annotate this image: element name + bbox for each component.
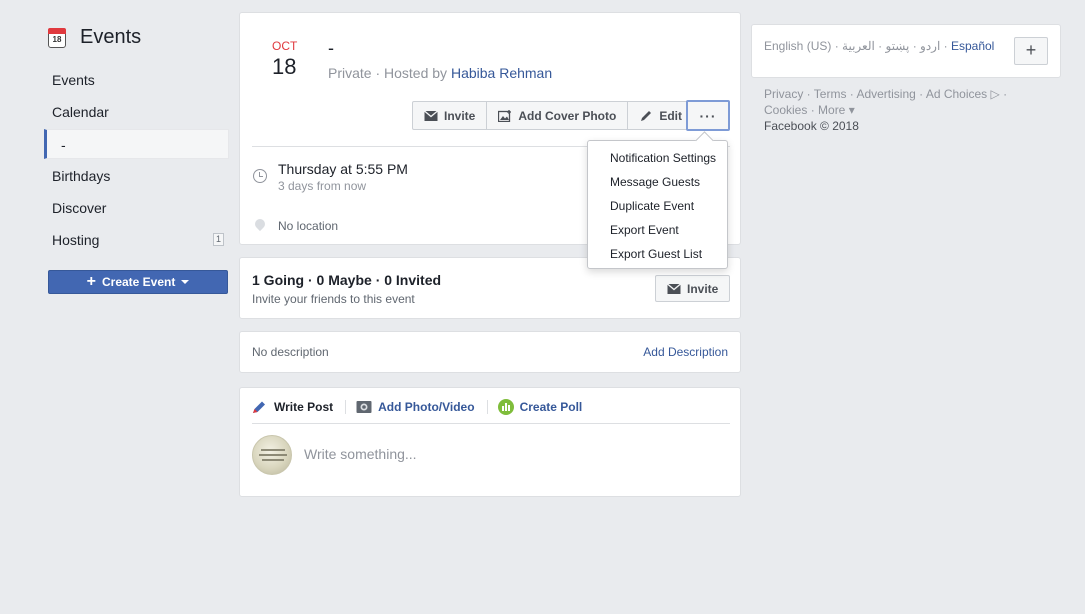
hosting-count-badge: 1	[212, 233, 224, 246]
post-input[interactable]: Write something...	[304, 446, 417, 462]
invite-friends-text: Invite your friends to this event	[252, 292, 415, 306]
footer-links: Privacy · Terms · Advertising · Ad Choic…	[764, 86, 1054, 134]
footer-line-2[interactable]: Cookies · More ▾	[764, 102, 1054, 118]
tab-create-poll[interactable]: Create Poll	[497, 399, 595, 415]
post-composer-card: Write Post Add Photo/Video Create Poll W…	[239, 387, 741, 497]
invite-friends-button[interactable]: Invite	[655, 275, 731, 302]
sidebar-item-current-event[interactable]: -	[44, 129, 229, 159]
sidebar-item-birthdays[interactable]: Birthdays	[44, 161, 229, 191]
event-privacy-host: Private · Hosted by Habiba Rehman	[328, 65, 552, 81]
event-time-relative: 3 days from now	[278, 179, 367, 193]
more-options-button[interactable]: ···	[686, 100, 730, 131]
events-header: 18 Events	[48, 26, 141, 49]
language-link-espanol[interactable]: Español	[951, 39, 994, 53]
menu-item-export-event[interactable]: Export Event	[588, 218, 727, 242]
event-time: Thursday at 5:55 PM	[278, 161, 408, 177]
add-cover-photo-button[interactable]: Add Cover Photo	[487, 102, 629, 129]
menu-item-export-guest-list[interactable]: Export Guest List	[588, 242, 727, 266]
event-location: No location	[278, 219, 339, 233]
edit-button[interactable]: Edit	[628, 102, 693, 129]
invite-button[interactable]: Invite	[413, 102, 488, 129]
location-pin-icon	[252, 216, 268, 232]
language-list: English (US) · اردو · پښتو · العربية · E…	[764, 39, 994, 53]
create-event-button[interactable]: + Create Event	[48, 270, 228, 294]
envelope-icon	[667, 283, 681, 294]
sidebar-item-calendar[interactable]: Calendar	[44, 97, 229, 127]
poll-icon	[497, 399, 514, 415]
pencil-icon	[641, 110, 652, 121]
other-languages[interactable]: اردو · پښتو · العربية ·	[842, 39, 948, 53]
menu-item-duplicate-event[interactable]: Duplicate Event	[588, 194, 727, 218]
divider	[252, 423, 730, 424]
footer-line-1[interactable]: Privacy · Terms · Advertising · Ad Choic…	[764, 86, 1054, 102]
camera-icon	[356, 401, 372, 413]
caret-down-icon	[181, 280, 190, 284]
description-card: No description Add Description	[239, 331, 741, 373]
photo-add-icon	[498, 109, 512, 122]
event-month: OCT	[272, 39, 298, 53]
copyright: Facebook © 2018	[764, 119, 859, 133]
create-event-label: Create Event	[101, 275, 176, 289]
event-name: -	[328, 38, 334, 58]
event-privacy: Private · Hosted by	[328, 65, 448, 81]
menu-item-message-guests[interactable]: Message Guests	[588, 170, 727, 194]
tab-add-photo-video[interactable]: Add Photo/Video	[356, 400, 488, 414]
description-empty: No description	[252, 345, 329, 359]
tab-write-post[interactable]: Write Post	[252, 400, 347, 414]
guest-counts[interactable]: 1 Going · 0 Maybe · 0 Invited	[252, 272, 441, 288]
composer-tabs: Write Post Add Photo/Video Create Poll	[252, 398, 604, 416]
host-link[interactable]: Habiba Rehman	[451, 65, 552, 81]
envelope-icon	[424, 110, 438, 121]
user-avatar[interactable]	[252, 435, 292, 475]
language-card: English (US) · اردو · پښتو · العربية · E…	[751, 24, 1061, 78]
event-day: 18	[272, 54, 297, 79]
plus-icon: +	[86, 273, 96, 290]
sidebar-item-hosting[interactable]: Hosting 1	[44, 225, 229, 255]
pencil-icon	[253, 401, 265, 413]
calendar-icon: 18	[48, 27, 66, 48]
add-description-link[interactable]: Add Description	[643, 345, 728, 359]
sidebar-item-events[interactable]: Events	[44, 65, 229, 95]
more-options-menu: Notification Settings Message Guests Dup…	[587, 140, 728, 269]
add-language-button[interactable]: +	[1014, 37, 1048, 65]
event-action-bar: Invite Add Cover Photo Edit	[412, 101, 695, 130]
clock-icon	[253, 169, 267, 183]
sidebar-item-discover[interactable]: Discover	[44, 193, 229, 223]
current-language: English (US) ·	[764, 39, 839, 53]
menu-item-notification-settings[interactable]: Notification Settings	[588, 146, 727, 170]
nav-title: Events	[80, 26, 142, 48]
